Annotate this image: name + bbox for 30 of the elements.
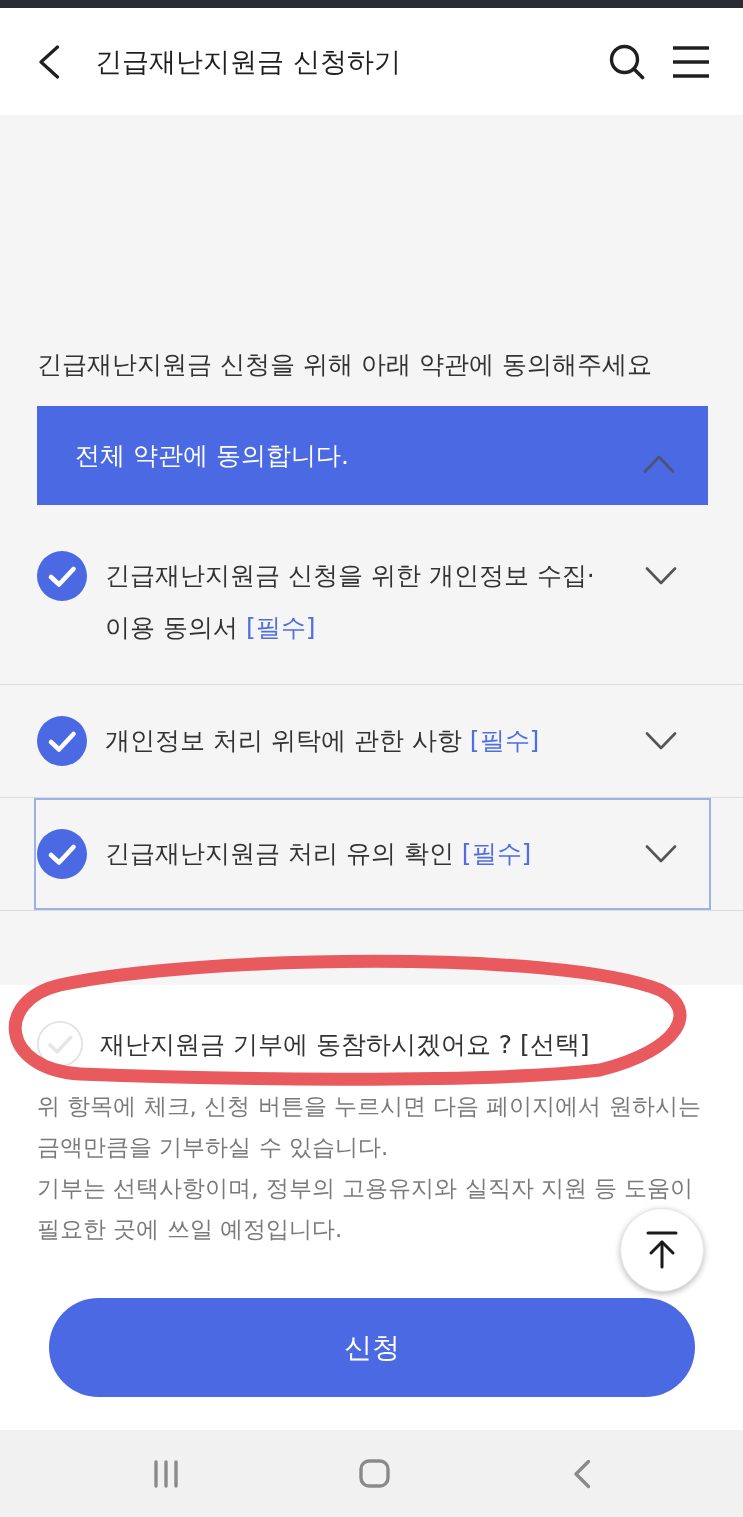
menu-icon <box>672 45 710 78</box>
agreement-item[interactable]: 긴급재난지원금 신청을 위한 개인정보 수집·이용 동의서 [필수] <box>34 520 711 684</box>
home-icon[interactable] <box>358 1459 390 1488</box>
donation-label: 재난지원금 기부에 동참하시겠어요 ? [선택] <box>100 1028 590 1061</box>
chevron-down-icon[interactable] <box>645 732 677 750</box>
agreement-label: 긴급재난지원금 신청을 위한 개인정보 수집·이용 동의서 [필수] <box>105 560 596 644</box>
agreement-label: 개인정보 처리 위탁에 관한 사항 [필수] <box>105 725 541 757</box>
recent-apps-icon[interactable] <box>153 1458 179 1489</box>
search-icon <box>609 43 645 80</box>
search-button[interactable] <box>609 43 645 80</box>
check-circle-icon[interactable] <box>37 829 87 879</box>
page-title: 긴급재난지원금 신청하기 <box>95 44 402 79</box>
chevron-down-icon[interactable] <box>645 845 677 863</box>
back-icon <box>38 44 60 79</box>
agreement-label: 긴급재난지원금 처리 유의 확인 [필수] <box>105 838 533 870</box>
agree-all-button[interactable]: 전체 약관에 동의합니다. <box>37 406 708 505</box>
agreement-item[interactable]: 긴급재난지원금 처리 유의 확인 [필수] <box>34 798 711 910</box>
faded-check-circle-icon[interactable] <box>37 1021 83 1067</box>
check-circle-icon[interactable] <box>37 551 87 601</box>
scroll-top-button[interactable] <box>620 1208 704 1292</box>
check-circle-icon[interactable] <box>37 716 87 766</box>
back-button[interactable] <box>38 44 60 79</box>
donation-description: 기부는 선택사항이며, 정부의 고용유지와 실직자 지원 등 도움이 필요한 곳에 쓰일 예정입니다. <box>37 1174 695 1244</box>
instruction-text: 긴급재난지원금 신청을 위해 아래 약관에 동의해주세요 <box>37 349 653 381</box>
back-icon[interactable] <box>573 1458 591 1489</box>
agreement-item[interactable]: 개인정보 처리 위탁에 관한 사항 [필수] <box>34 685 711 797</box>
donation-description: 위 항목에 체크, 신청 버튼을 누르시면 다음 페이지에서 원하시는 금액만큼을 기부하실 수 있습니다. <box>37 1092 702 1162</box>
submit-button[interactable]: 신청 <box>49 1298 695 1397</box>
chevron-down-icon[interactable] <box>645 567 677 585</box>
menu-button[interactable] <box>672 45 710 78</box>
